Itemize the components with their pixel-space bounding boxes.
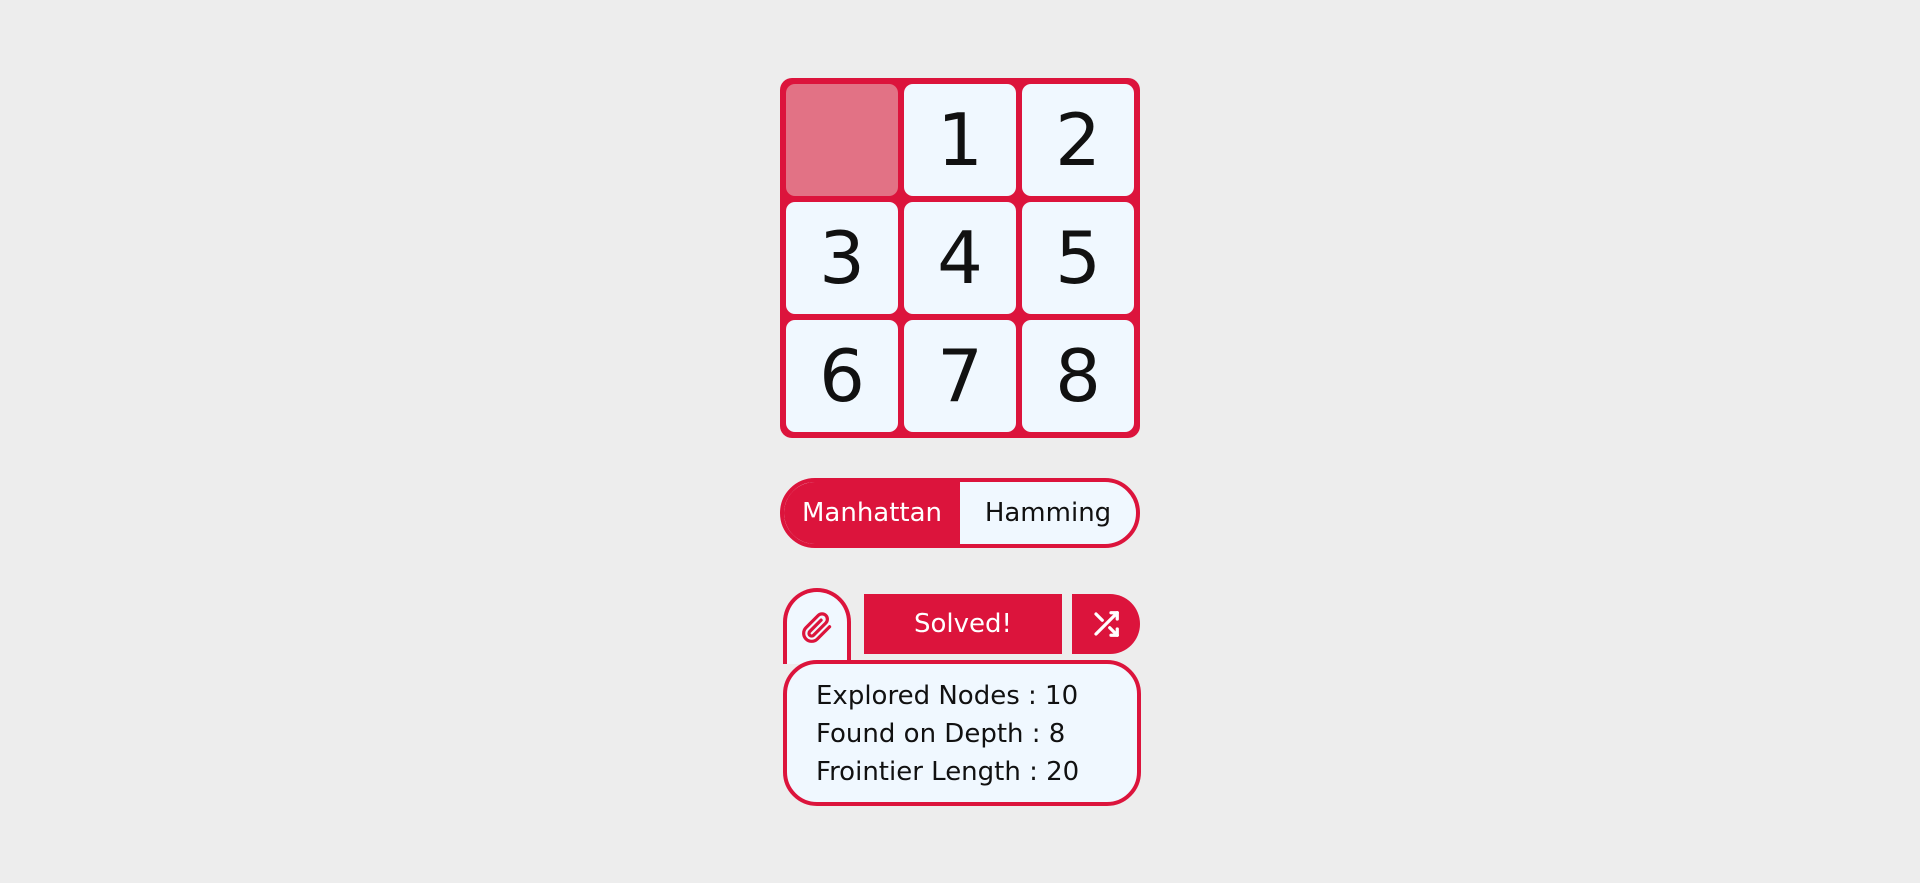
heuristic-option-hamming[interactable]: Hamming [960, 482, 1136, 544]
tile-2[interactable]: 2 [1022, 84, 1134, 196]
puzzle-board: 1 2 3 4 5 6 7 8 [780, 78, 1140, 438]
frontier-length-stat: Frointier Length : 20 [816, 757, 1080, 787]
shuffle-button[interactable] [1072, 594, 1140, 654]
heuristic-toggle: Manhattan Hamming [780, 478, 1140, 548]
solve-button[interactable]: Solved! [864, 594, 1062, 654]
shuffle-icon [1091, 609, 1121, 639]
paperclip-icon [801, 612, 833, 644]
tile-4[interactable]: 4 [904, 202, 1016, 314]
tile-7[interactable]: 7 [904, 320, 1016, 432]
paperclip-tab-button[interactable] [783, 588, 851, 664]
tile-3[interactable]: 3 [786, 202, 898, 314]
tile-5[interactable]: 5 [1022, 202, 1134, 314]
heuristic-option-manhattan[interactable]: Manhattan [784, 482, 960, 544]
empty-tile [786, 84, 898, 196]
app-root: 1 2 3 4 5 6 7 8 Manhattan Hamming Solved… [0, 0, 1920, 883]
stats-panel: Explored Nodes : 10 Found on Depth : 8 F… [783, 660, 1141, 806]
found-on-depth-stat: Found on Depth : 8 [816, 719, 1066, 749]
explored-nodes-stat: Explored Nodes : 10 [816, 681, 1079, 711]
tile-8[interactable]: 8 [1022, 320, 1134, 432]
tile-1[interactable]: 1 [904, 84, 1016, 196]
tile-6[interactable]: 6 [786, 320, 898, 432]
